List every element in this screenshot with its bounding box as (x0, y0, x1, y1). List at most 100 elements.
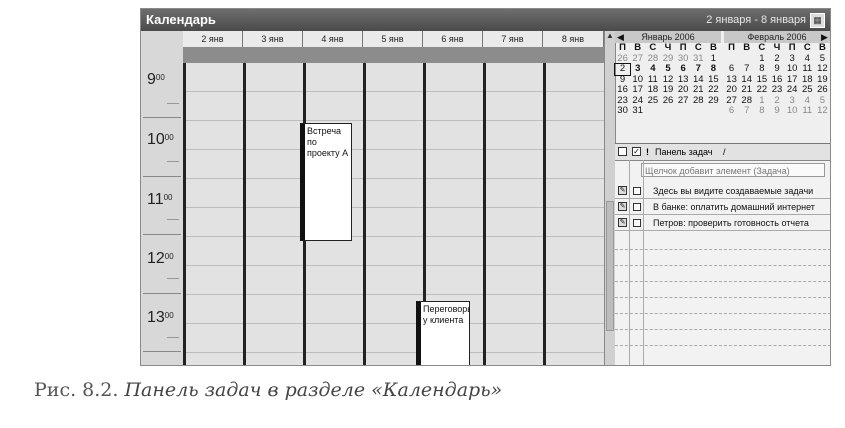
calendar-day[interactable]: 6 (724, 63, 739, 75)
calendar-day[interactable]: 10 (785, 105, 800, 117)
half-hour-tick (167, 161, 179, 162)
calendar-day[interactable]: 25 (800, 84, 815, 96)
calendar-day[interactable]: 28 (691, 95, 706, 107)
half-hour-tick (167, 219, 179, 220)
calendar-day[interactable]: 9 (769, 63, 784, 75)
caption-text: Панель задач в разделе «Календарь» (124, 379, 503, 401)
day-header[interactable]: 7 янв (483, 31, 543, 47)
task-checkbox[interactable] (633, 187, 641, 195)
day-header[interactable]: 5 янв (363, 31, 423, 47)
empty-row (615, 280, 830, 282)
weekday-label: П (679, 42, 687, 53)
calendar-day[interactable]: 6 (676, 63, 691, 75)
calendar-day[interactable]: 21 (691, 84, 706, 96)
column-divider (629, 160, 630, 365)
hour-line (143, 176, 181, 177)
calendar-day[interactable]: 12 (815, 63, 830, 75)
figure-caption: Рис. 8.2. Панель задач в разделе «Календ… (34, 379, 502, 401)
calendar-day[interactable]: 22 (706, 84, 721, 96)
calendar-day[interactable]: 3 (630, 63, 645, 75)
calendar-day[interactable]: 8 (706, 63, 721, 75)
prev-month-icon[interactable]: ◀ (617, 31, 624, 43)
task-subject: Петров: проверить готовность отчета (653, 218, 809, 228)
calendar-day[interactable]: 20 (676, 84, 691, 96)
calendar-day[interactable]: 30 (615, 105, 630, 117)
calendar-day[interactable]: 11 (800, 105, 815, 117)
day-column[interactable] (363, 63, 423, 365)
day-column[interactable] (183, 63, 243, 365)
all-day-row[interactable] (183, 47, 604, 63)
calendar-day[interactable]: 29 (706, 95, 721, 107)
hour-line (143, 351, 181, 352)
empty-row (615, 328, 830, 330)
half-hour-tick (167, 337, 179, 338)
weekday-label: С (758, 42, 766, 53)
weekday-label: В (818, 42, 826, 53)
calendar-day[interactable]: 4 (645, 63, 660, 75)
calendar-icon[interactable]: ▦ (810, 13, 825, 28)
task-checkbox[interactable] (633, 219, 641, 227)
calendar-day (706, 106, 721, 117)
day-column[interactable] (243, 63, 303, 365)
calendar-day[interactable]: 16 (615, 84, 630, 96)
task-row[interactable]: ✎ В банке: оплатить домашний интернет (615, 200, 830, 215)
weekday-label: С (649, 42, 657, 53)
scrollbar-thumb[interactable] (606, 201, 614, 331)
calendar-day[interactable]: 31 (630, 105, 645, 117)
calendar-day[interactable]: 5 (660, 63, 675, 75)
half-hour-tick (167, 278, 179, 279)
calendar-day[interactable]: 7 (739, 105, 754, 117)
calendar-day[interactable]: 2 (613, 63, 632, 76)
calendar-day (660, 106, 675, 117)
weekday-label: С (803, 42, 811, 53)
calendar-day[interactable]: 26 (660, 95, 675, 107)
day-header[interactable]: 8 янв (543, 31, 604, 47)
calendar-day[interactable]: 23 (769, 84, 784, 96)
weekday-label: П (788, 42, 796, 53)
hour-label: 1200 (147, 250, 174, 267)
calendar-day[interactable]: 10 (785, 63, 800, 75)
day-header[interactable]: 6 янв (423, 31, 483, 47)
task-row[interactable]: ✎ Здесь вы видите создаваемые задачи (615, 184, 830, 199)
weekday-label: В (709, 42, 717, 53)
task-panel-header: ✓ ! Панель задач / (615, 144, 830, 161)
scroll-up-icon[interactable]: ▲ (605, 31, 615, 41)
calendar-day[interactable]: 11 (800, 63, 815, 75)
task-checkbox[interactable] (633, 203, 641, 211)
calendar-day[interactable]: 12 (815, 105, 830, 117)
task-row[interactable]: ✎ Петров: проверить готовность отчета (615, 216, 830, 231)
day-column[interactable] (543, 63, 604, 365)
calendar-day[interactable]: 25 (645, 95, 660, 107)
calendar-event[interactable]: Встреча по проекту А (300, 123, 352, 241)
day-header[interactable]: 3 янв (243, 31, 303, 47)
empty-row (615, 264, 830, 266)
item-type-icon (618, 147, 627, 156)
add-task-input[interactable]: Щелчок добавит элемент (Задача) (641, 163, 825, 177)
calendar-day[interactable]: 26 (815, 84, 830, 96)
calendar-day[interactable]: 8 (754, 63, 769, 75)
calendar-day[interactable]: 22 (754, 84, 769, 96)
task-panel-title[interactable]: Панель задач (655, 144, 712, 160)
complete-column-icon: ✓ (632, 147, 641, 156)
calendar-day[interactable]: 7 (739, 63, 754, 75)
calendar-day[interactable]: 27 (676, 95, 691, 107)
calendar-day[interactable]: 24 (785, 84, 800, 96)
weekday-label: Ч (664, 42, 672, 53)
next-month-icon[interactable]: ▶ (821, 31, 828, 43)
month-grid: П В С Ч П С В 1 2 3 4 5 6 7 8 9 10 11 12 13 14 15 16 17 18 19 20 21… (724, 42, 830, 117)
day-header[interactable]: 2 янв (183, 31, 243, 47)
calendar-day[interactable]: 6 (724, 105, 739, 117)
calendar-day[interactable]: 17 (630, 84, 645, 96)
sort-icon: / (723, 147, 726, 157)
day-column[interactable] (483, 63, 543, 365)
calendar-day[interactable]: 21 (739, 84, 754, 96)
calendar-day[interactable]: 7 (691, 63, 706, 75)
calendar-event[interactable]: Переговоры у клиента (416, 301, 470, 365)
calendar-day[interactable]: 20 (724, 84, 739, 96)
calendar-day[interactable]: 18 (645, 84, 660, 96)
calendar-day[interactable]: 19 (660, 84, 675, 96)
calendar-day[interactable]: 9 (769, 105, 784, 117)
day-header[interactable]: 4 янв (303, 31, 363, 47)
calendar-day[interactable]: 8 (754, 105, 769, 117)
hour-label: 1100 (147, 191, 173, 208)
